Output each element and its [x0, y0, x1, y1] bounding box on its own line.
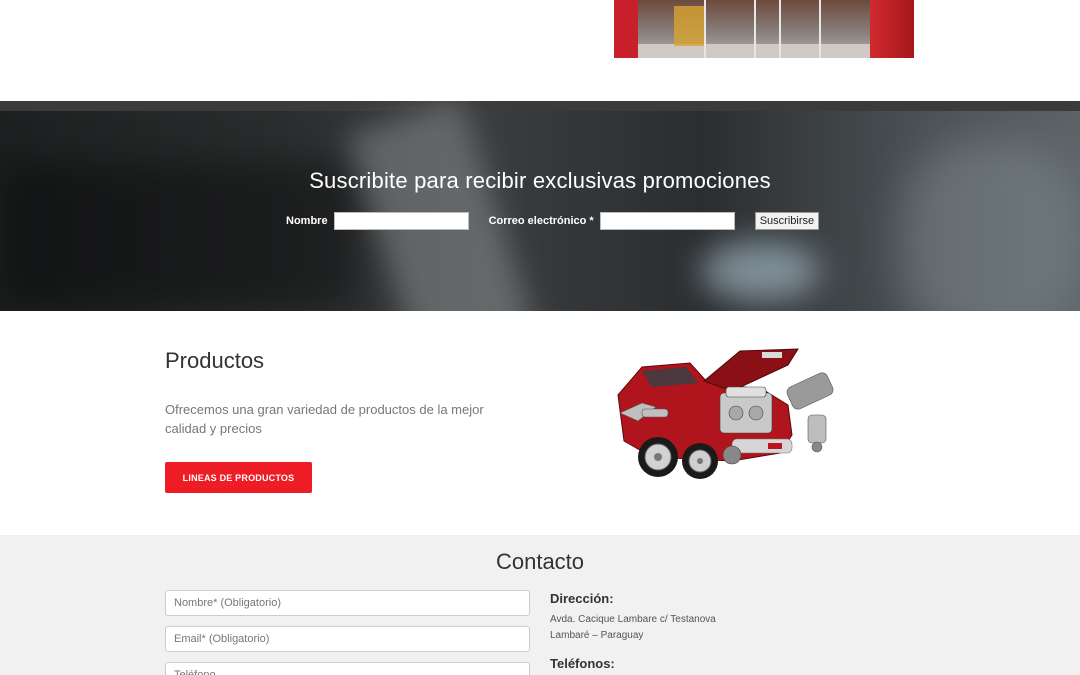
storefront-image	[614, 0, 914, 58]
product-lines-button[interactable]: LINEAS DE PRODUCTOS	[165, 462, 312, 493]
contact-section: Contacto Dirección: Avda. Cacique Lambar…	[0, 535, 1080, 675]
subscribe-banner: Suscribite para recibir exclusivas promo…	[0, 101, 1080, 311]
subscribe-email-input[interactable]	[599, 212, 735, 230]
address-label: Dirección:	[550, 591, 614, 606]
name-label: Nombre	[286, 215, 328, 227]
subscribe-title: Suscribite para recibir exclusivas promo…	[309, 168, 771, 193]
products-title: Productos	[165, 348, 265, 373]
email-label: Correo electrónico *	[488, 215, 594, 227]
exploded-car-image	[617, 348, 834, 479]
address-line-2: Lambaré – Paraguay	[550, 630, 644, 641]
contact-email-input[interactable]	[165, 626, 530, 652]
top-section	[0, 0, 1080, 101]
subscribe-form: Nombre Correo electrónico * Suscribirse	[286, 212, 820, 230]
address-line-1: Avda. Cacique Lambare c/ Testanova	[550, 614, 716, 625]
phones-label: Teléfonos:	[550, 656, 615, 671]
contact-phone-input[interactable]	[165, 662, 530, 675]
subscribe-name-input[interactable]	[333, 212, 469, 230]
contact-name-input[interactable]	[165, 590, 530, 616]
products-section: Productos Ofrecemos una gran variedad de…	[0, 311, 1080, 535]
subscribe-button[interactable]: Suscribirse	[754, 212, 820, 230]
contact-title: Contacto	[495, 549, 585, 574]
products-description: Ofrecemos una gran variedad de productos…	[165, 402, 484, 436]
